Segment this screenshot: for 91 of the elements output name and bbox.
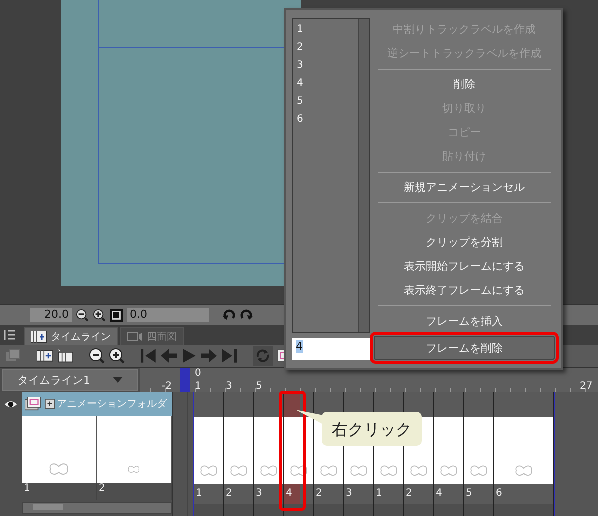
ruler-label: 0: [195, 369, 202, 379]
layers-icon[interactable]: [5, 348, 21, 364]
menu-item[interactable]: フレームを挿入: [374, 309, 555, 334]
frame-number: 4: [434, 484, 463, 504]
previous-frame-icon[interactable]: [161, 348, 177, 364]
loop-icon[interactable]: [253, 346, 273, 366]
cel-list-item[interactable]: 4: [297, 77, 358, 90]
frame-number: 2: [224, 484, 253, 504]
menu-item[interactable]: 新規アニメーションセル: [374, 176, 555, 200]
frame-cell[interactable]: [224, 392, 253, 417]
ruler-label: 3: [226, 382, 232, 392]
cel-thumbnail[interactable]: [494, 417, 553, 484]
zoom-in-icon[interactable]: [109, 348, 125, 364]
frame-cell[interactable]: [194, 392, 223, 417]
panel-tab[interactable]: 四面図: [120, 327, 184, 345]
cel-input-field[interactable]: 4: [292, 338, 370, 360]
frame-number: 4: [284, 484, 313, 504]
film-icon: [31, 330, 47, 342]
zoom-value[interactable]: 20.0: [30, 308, 72, 322]
cel-thumbnail[interactable]: [194, 417, 223, 484]
callout-tooltip: 右クリック: [296, 410, 422, 446]
playhead-marker[interactable]: [180, 368, 190, 392]
butterfly-icon: [49, 463, 69, 477]
caret-icon: [112, 377, 122, 383]
next-frame-icon[interactable]: [201, 348, 217, 364]
cel-list[interactable]: 1 2 3 4 5 6: [292, 18, 370, 333]
frame-number: 1: [374, 484, 403, 504]
butterfly-icon: [410, 465, 428, 478]
frame-ruler[interactable]: -2 0 1 3 5 27: [140, 368, 598, 392]
cel-thumbnail[interactable]: [464, 417, 493, 484]
cel-thumbnail[interactable]: [434, 417, 463, 484]
expand-icon[interactable]: [45, 399, 55, 409]
menu-item[interactable]: 表示終了フレームにする: [374, 278, 555, 302]
ruler-label: 1: [195, 382, 202, 392]
frame-number: 2: [404, 484, 433, 504]
cel-thumbnail[interactable]: [224, 417, 253, 484]
first-frame-icon[interactable]: [141, 348, 157, 364]
menu-item[interactable]: クリップを分割: [374, 230, 555, 254]
last-frame-icon[interactable]: [221, 348, 237, 364]
panel-tab[interactable]: タイムライン: [24, 327, 118, 345]
menu-icon[interactable]: [4, 329, 16, 341]
timeline-dropdown[interactable]: タイムライン1: [2, 369, 138, 391]
frame-cell[interactable]: [464, 392, 493, 417]
zoom-in-icon[interactable]: [93, 308, 106, 322]
frame-number: 3: [344, 484, 373, 504]
insert-cel-icon[interactable]: [57, 348, 73, 364]
play-icon[interactable]: [181, 348, 197, 364]
folder-icon: [25, 397, 41, 411]
cel-list-item[interactable]: 2: [297, 41, 358, 54]
frame-number: 5: [464, 484, 493, 504]
zoom-out-icon[interactable]: [89, 348, 105, 364]
horizontal-scrollbar[interactable]: [22, 502, 172, 514]
cel-thumbnail[interactable]: [254, 417, 283, 484]
frame-cell[interactable]: [254, 392, 283, 417]
butterfly-icon: [290, 465, 308, 478]
rotate-left-icon[interactable]: [223, 308, 236, 322]
frame-number: 3: [254, 484, 283, 504]
eye-icon[interactable]: [4, 400, 18, 409]
frame-cell[interactable]: [434, 392, 463, 417]
frame-number: 1: [194, 484, 223, 504]
menu-item[interactable]: 表示開始フレームにする: [374, 254, 555, 278]
new-cel-icon[interactable]: [37, 348, 53, 364]
menu-item[interactable]: 削除: [374, 72, 555, 97]
ruler-label: 5: [256, 382, 262, 392]
fit-icon[interactable]: [110, 308, 123, 322]
cel-list-item[interactable]: 6: [297, 113, 358, 126]
cel-number: 1: [22, 483, 97, 500]
butterfly-icon: [320, 465, 338, 478]
cel-list-item[interactable]: 1: [297, 23, 358, 36]
butterfly-icon: [350, 465, 368, 478]
frame-number: 2: [314, 484, 343, 504]
ruler-label: -2: [162, 382, 172, 392]
cel-list-item[interactable]: 5: [297, 95, 358, 108]
rotation-value[interactable]: 0.0: [127, 308, 209, 322]
ruler-label: 27: [580, 382, 593, 392]
zoom-out-icon[interactable]: [76, 308, 89, 322]
butterfly-icon: [514, 465, 532, 478]
cel-list-item[interactable]: 3: [297, 59, 358, 72]
butterfly-icon: [200, 465, 218, 478]
vertical-scrollbar[interactable]: [358, 19, 369, 332]
butterfly-icon: [470, 465, 488, 478]
butterfly-icon: [230, 465, 248, 478]
track-name: アニメーションフォルダ: [57, 398, 167, 411]
butterfly-icon: [440, 465, 458, 478]
butterfly-icon: [380, 465, 398, 478]
camera-icon: [127, 330, 143, 342]
frame-number: 6: [494, 484, 553, 504]
frame-cell[interactable]: [494, 392, 553, 417]
scroll-thumb[interactable]: [33, 504, 63, 510]
rotate-right-icon[interactable]: [240, 308, 253, 322]
butterfly-icon: [260, 465, 278, 478]
